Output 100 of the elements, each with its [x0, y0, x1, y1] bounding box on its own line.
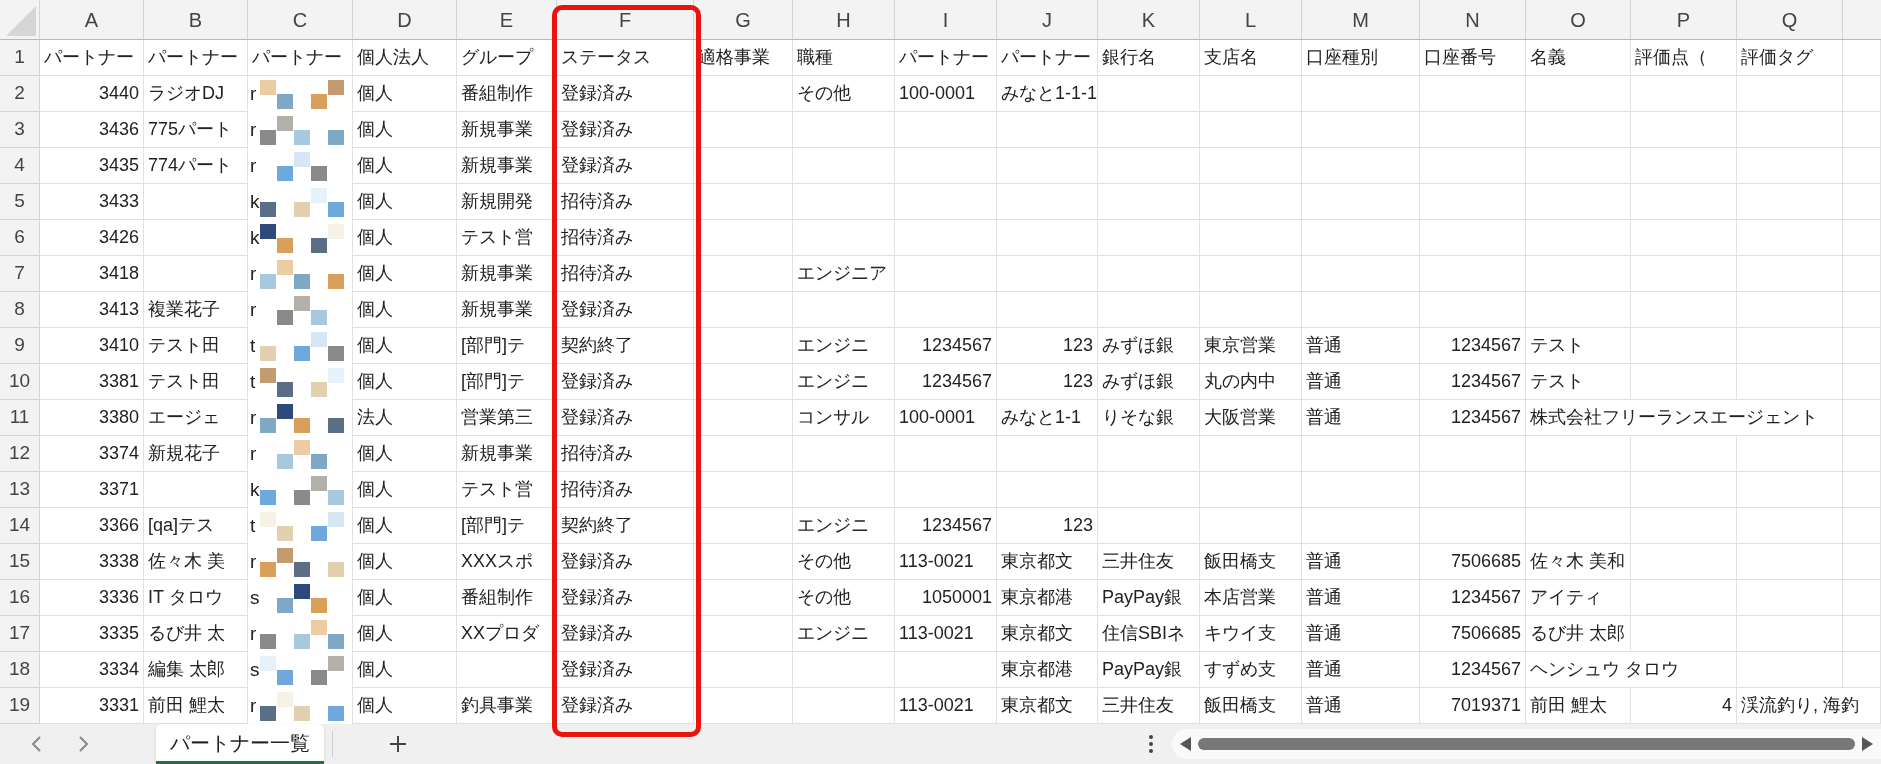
column-header[interactable]: C — [248, 0, 353, 39]
table-cell: 個人 — [353, 436, 457, 472]
column-header[interactable]: O — [1526, 0, 1631, 39]
table-cell: 個人 — [353, 184, 457, 220]
table-cell: 1234567 — [895, 328, 997, 364]
scroll-left-icon[interactable] — [1180, 737, 1192, 751]
table-cell: 飯田橋支 — [1200, 544, 1302, 580]
table-cell: 個人 — [353, 652, 457, 688]
table-cell: 3413 — [40, 292, 144, 328]
table-cell: 飯田橋支 — [1200, 688, 1302, 724]
table-cell: 登録済み — [557, 76, 694, 112]
table-cell: PayPay銀 — [1098, 580, 1200, 616]
table-cell: 1234567 — [1420, 328, 1526, 364]
column-header[interactable]: K — [1098, 0, 1200, 39]
column-header[interactable]: N — [1420, 0, 1526, 39]
row-number[interactable]: 1 — [0, 40, 40, 76]
column-header[interactable]: D — [353, 0, 457, 39]
empty-cell — [1843, 508, 1881, 544]
table-cell: 招待済み — [557, 184, 694, 220]
cell-text-fragment: r — [249, 550, 258, 574]
scrollbar-thumb[interactable] — [1198, 738, 1855, 750]
row-number[interactable]: 7 — [0, 256, 40, 292]
row-number[interactable]: 14 — [0, 508, 40, 544]
table-cell: 東京都文 — [997, 616, 1098, 652]
column-header[interactable]: G — [694, 0, 793, 39]
column-header[interactable]: M — [1302, 0, 1420, 39]
empty-cell — [1843, 112, 1881, 148]
row-number[interactable]: 2 — [0, 76, 40, 112]
table-cell: 三井住友 — [1098, 544, 1200, 580]
row-number[interactable]: 18 — [0, 652, 40, 688]
column-header[interactable]: Q — [1737, 0, 1843, 39]
table-cell: 登録済み — [557, 652, 694, 688]
empty-cell — [1843, 148, 1881, 184]
previous-sheet-icon[interactable] — [30, 735, 42, 753]
column-header[interactable]: H — [793, 0, 895, 39]
row-number[interactable]: 5 — [0, 184, 40, 220]
table-cell: 名義 — [1526, 40, 1631, 76]
table-cell: 個人 — [353, 220, 457, 256]
table-cell: 1234567 — [1420, 400, 1526, 436]
more-options-icon[interactable] — [1148, 734, 1154, 754]
table-cell: 登録済み — [557, 112, 694, 148]
column-header[interactable]: P — [1631, 0, 1737, 39]
row-number[interactable]: 6 — [0, 220, 40, 256]
table-cell: 7019371 — [1420, 688, 1526, 724]
table-cell: 3335 — [40, 616, 144, 652]
table-cell: 113-0021 — [895, 688, 997, 724]
column-header[interactable]: A — [40, 0, 144, 39]
table-cell: パートナー — [997, 40, 1098, 76]
row-number[interactable]: 12 — [0, 436, 40, 472]
column-header[interactable]: L — [1200, 0, 1302, 39]
row-number[interactable]: 3 — [0, 112, 40, 148]
table-cell: ラジオDJ — [144, 76, 248, 112]
row-number[interactable]: 15 — [0, 544, 40, 580]
row-number[interactable]: 8 — [0, 292, 40, 328]
column-header[interactable]: B — [144, 0, 248, 39]
column-header[interactable]: J — [997, 0, 1098, 39]
table-cell: 113-0021 — [895, 544, 997, 580]
row-number[interactable]: 11 — [0, 400, 40, 436]
table-cell: 113-0021 — [895, 616, 997, 652]
empty-cell — [1843, 256, 1881, 292]
table-cell: 東京都文 — [997, 544, 1098, 580]
table-cell: 個人 — [353, 76, 457, 112]
horizontal-scrollbar[interactable] — [1172, 729, 1881, 759]
table-cell: 4 — [1631, 688, 1737, 724]
row-number[interactable]: 9 — [0, 328, 40, 364]
table-cell: パートナー — [144, 40, 248, 76]
table-cell: 東京都港 — [997, 652, 1098, 688]
table-cell: すずめ支 — [1200, 652, 1302, 688]
row-number[interactable]: 17 — [0, 616, 40, 652]
scroll-right-icon[interactable] — [1861, 737, 1873, 751]
column-header[interactable]: I — [895, 0, 997, 39]
table-cell: コンサル — [793, 400, 895, 436]
add-sheet-icon[interactable] — [389, 735, 407, 753]
table-cell: みなと1-1 — [997, 400, 1098, 436]
row-number[interactable]: 19 — [0, 688, 40, 724]
row-number[interactable]: 16 — [0, 580, 40, 616]
cell-text-fragment: r — [249, 118, 258, 142]
next-sheet-icon[interactable] — [78, 735, 90, 753]
table-cell: 招待済み — [557, 220, 694, 256]
table-cell: 3331 — [40, 688, 144, 724]
empty-cell — [1843, 328, 1881, 364]
table-cell: 個人 — [353, 256, 457, 292]
cell-text-fragment: s — [249, 586, 258, 610]
table-cell: 3366 — [40, 508, 144, 544]
row-number[interactable]: 10 — [0, 364, 40, 400]
table-cell: 普通 — [1302, 328, 1420, 364]
column-header[interactable]: E — [457, 0, 557, 39]
empty-cell — [1843, 76, 1881, 112]
table-cell: 1234567 — [895, 508, 997, 544]
cell-text-fragment: r — [249, 694, 258, 718]
table-cell: みなと1-1-1 — [997, 76, 1098, 112]
cell-text-fragment: k — [249, 478, 258, 502]
table-cell: 1234567 — [1420, 652, 1526, 688]
row-number[interactable]: 13 — [0, 472, 40, 508]
table-cell: 100-0001 — [895, 76, 997, 112]
sheet-tab[interactable]: パートナー一覧 — [156, 724, 324, 764]
row-number[interactable]: 4 — [0, 148, 40, 184]
empty-cell — [1843, 436, 1881, 472]
column-header[interactable]: F — [557, 0, 694, 39]
table-cell: 複業花子 — [144, 292, 248, 328]
